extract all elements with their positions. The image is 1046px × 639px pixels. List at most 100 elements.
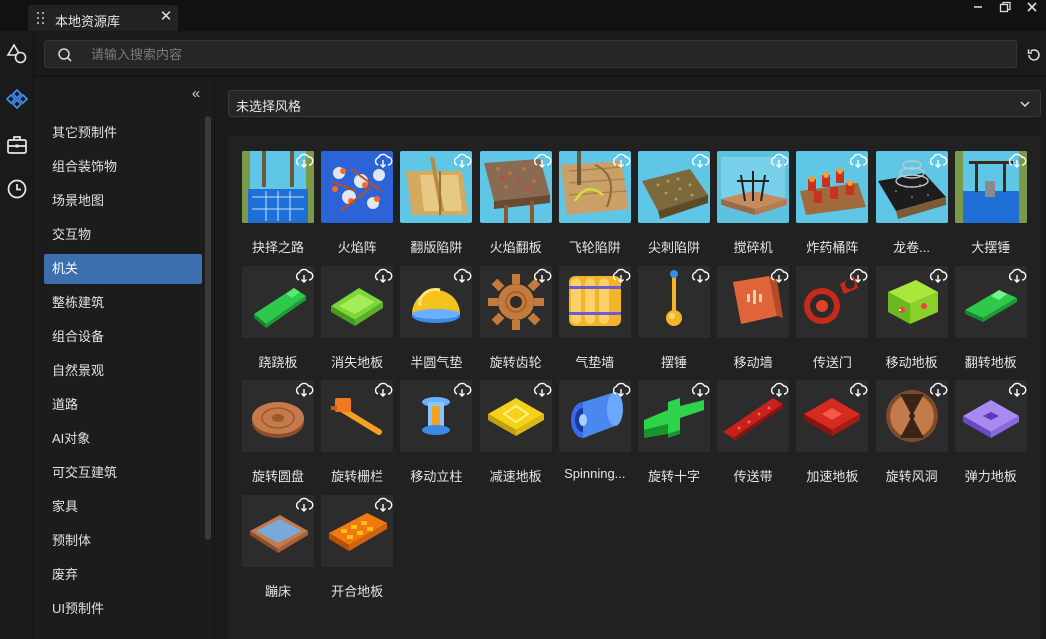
cloud-download-icon[interactable] <box>848 268 868 284</box>
cloud-download-icon[interactable] <box>452 268 472 284</box>
cloud-download-icon[interactable] <box>928 268 948 284</box>
cloud-download-icon[interactable] <box>452 382 472 398</box>
cloud-download-icon[interactable] <box>294 153 314 169</box>
asset-label: 减速地板 <box>489 469 542 484</box>
style-filter-dropdown[interactable]: 未选择风格 <box>228 90 1041 117</box>
cloud-download-icon[interactable] <box>769 382 789 398</box>
search-input[interactable] <box>91 44 991 64</box>
refresh-icon[interactable] <box>1026 47 1042 63</box>
asset-card[interactable]: 旋转风洞 <box>875 380 949 492</box>
cloud-download-icon[interactable] <box>611 382 631 398</box>
asset-card[interactable]: 跷跷板 <box>241 265 315 378</box>
cloud-download-icon[interactable] <box>373 153 393 169</box>
minimize-icon[interactable] <box>966 0 990 14</box>
asset-card[interactable]: 飞轮陷阱 <box>558 151 632 263</box>
asset-card[interactable]: 火焰阵 <box>320 151 394 263</box>
cloud-download-icon[interactable] <box>1007 153 1027 169</box>
asset-card[interactable]: 火焰翻板 <box>479 151 553 263</box>
cloud-download-icon[interactable] <box>532 382 552 398</box>
cloud-download-icon[interactable] <box>690 382 710 398</box>
asset-card[interactable]: 抉择之路 <box>241 151 315 263</box>
asset-card[interactable]: 搅碎机 <box>716 151 790 263</box>
cloud-download-icon[interactable] <box>532 153 552 169</box>
cloud-download-icon[interactable] <box>373 268 393 284</box>
sidebar-item-category[interactable]: UI预制件 <box>44 594 202 624</box>
sidebar-item-category[interactable]: 其它预制件 <box>44 118 202 148</box>
sidebar-item-category[interactable]: 道路 <box>44 390 202 420</box>
asset-card[interactable]: 翻版陷阱 <box>399 151 473 263</box>
sidebar-item-category[interactable]: 场景地图 <box>44 186 202 216</box>
sidebar-item-category[interactable]: 家具 <box>44 492 202 522</box>
cloud-download-icon[interactable] <box>1007 382 1027 398</box>
asset-card[interactable]: 旋转齿轮 <box>479 265 553 378</box>
cloud-download-icon[interactable] <box>294 497 314 513</box>
sidebar-item-category[interactable]: 组合设备 <box>44 322 202 352</box>
sidebar-scrollbar[interactable] <box>205 116 211 540</box>
collapse-icon[interactable]: « <box>188 86 204 102</box>
cloud-download-icon[interactable] <box>294 382 314 398</box>
asset-card[interactable]: 尖刺陷阱 <box>637 151 711 263</box>
asset-card[interactable]: 弹力地板 <box>954 380 1028 492</box>
asset-card[interactable]: 传送门 <box>795 265 869 378</box>
asset-card[interactable]: 传送带 <box>716 380 790 492</box>
sidebar-item-category[interactable]: 自然景观 <box>44 356 202 386</box>
asset-card[interactable]: 摆锤 <box>637 265 711 378</box>
asset-card[interactable]: 移动地板 <box>875 265 949 378</box>
asset-card[interactable]: 大摆锤 <box>954 151 1028 263</box>
tab-local-library[interactable]: 本地资源库 ✕ <box>28 5 178 31</box>
sidebar-item-category[interactable]: 机关 <box>44 254 202 284</box>
asset-card[interactable]: 旋转圆盘 <box>241 380 315 492</box>
title-bar: 本地资源库 ✕ <box>0 0 1046 31</box>
cloud-download-icon[interactable] <box>848 153 868 169</box>
cloud-download-icon[interactable] <box>690 153 710 169</box>
drag-handle-icon[interactable] <box>37 12 45 24</box>
sidebar-item-category[interactable]: 废弃 <box>44 560 202 590</box>
asset-card[interactable]: 消失地板 <box>320 265 394 378</box>
sidebar-item-category[interactable]: 交互物 <box>44 220 202 250</box>
toolbox-icon[interactable] <box>5 133 29 157</box>
sidebar-item-category[interactable]: 组合装饰物 <box>44 152 202 182</box>
restore-icon[interactable] <box>993 0 1017 14</box>
cloud-download-icon[interactable] <box>769 153 789 169</box>
sidebar-item-category[interactable]: 可交互建筑 <box>44 458 202 488</box>
asset-card[interactable]: 移动墙 <box>716 265 790 378</box>
cloud-download-icon[interactable] <box>452 153 472 169</box>
history-icon[interactable] <box>5 177 29 201</box>
spike-trap-scene-icon <box>638 151 710 223</box>
asset-card[interactable]: 开合地板 <box>320 494 394 607</box>
asset-card[interactable]: 旋转栅栏 <box>320 380 394 492</box>
components-icon[interactable] <box>5 87 29 111</box>
window-close-icon[interactable] <box>1020 0 1044 14</box>
asset-card[interactable]: 减速地板 <box>479 380 553 492</box>
cloud-download-icon[interactable] <box>848 382 868 398</box>
sidebar-item-category[interactable]: AI对象 <box>44 424 202 454</box>
cloud-download-icon[interactable] <box>769 268 789 284</box>
asset-card[interactable]: 半圆气垫 <box>399 265 473 378</box>
asset-grid: 抉择之路 火焰阵 翻版陷阱 火焰翻板 飞轮陷阱 尖刺陷阱 搅碎机 炸药桶阵 龙卷... 大摆锤跷跷… <box>228 136 1041 639</box>
asset-card[interactable]: Spinning... <box>558 380 632 492</box>
cloud-download-icon[interactable] <box>690 268 710 284</box>
asset-card[interactable]: 加速地板 <box>795 380 869 492</box>
cloud-download-icon[interactable] <box>373 497 393 513</box>
cloud-download-icon[interactable] <box>928 382 948 398</box>
sidebar-item-category[interactable]: 预制体 <box>44 526 202 556</box>
cloud-download-icon[interactable] <box>532 268 552 284</box>
cloud-download-icon[interactable] <box>611 153 631 169</box>
asset-card[interactable]: 移动立柱 <box>399 380 473 492</box>
asset-card[interactable]: 炸药桶阵 <box>795 151 869 263</box>
asset-card[interactable]: 蹦床 <box>241 494 315 607</box>
asset-card[interactable]: 气垫墙 <box>558 265 632 378</box>
chevron-down-icon <box>1020 101 1030 108</box>
category-sidebar: « 其它预制件组合装饰物场景地图交互物机关整栋建筑组合设备自然景观道路 AI对象可… <box>34 78 215 639</box>
cloud-download-icon[interactable] <box>611 268 631 284</box>
cloud-download-icon[interactable] <box>928 153 948 169</box>
shapes-icon[interactable] <box>5 42 29 66</box>
cloud-download-icon[interactable] <box>294 268 314 284</box>
cloud-download-icon[interactable] <box>1007 268 1027 284</box>
asset-card[interactable]: 旋转十字 <box>637 380 711 492</box>
asset-card[interactable]: 龙卷... <box>875 151 949 263</box>
sidebar-item-category[interactable]: 整栋建筑 <box>44 288 202 318</box>
close-icon[interactable]: ✕ <box>158 8 174 26</box>
asset-card[interactable]: 翻转地板 <box>954 265 1028 378</box>
cloud-download-icon[interactable] <box>373 382 393 398</box>
